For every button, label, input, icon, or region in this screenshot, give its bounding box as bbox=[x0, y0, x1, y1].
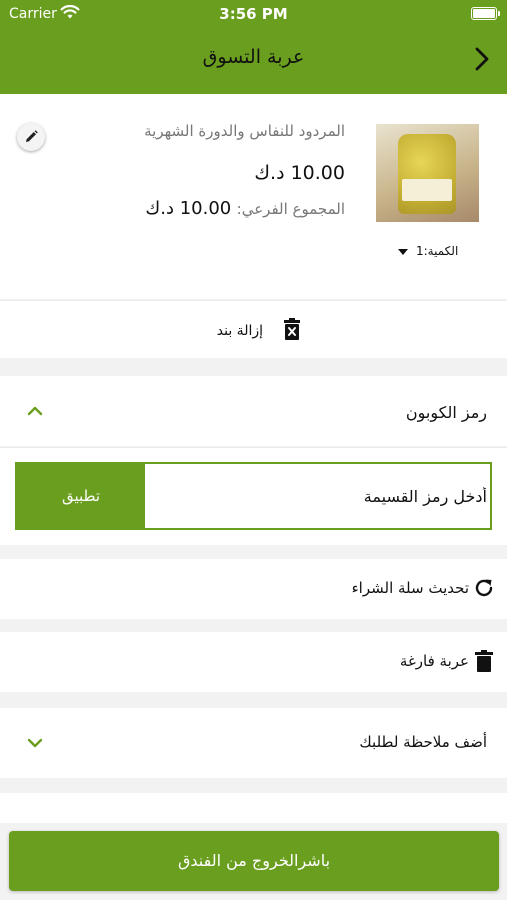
trash-icon bbox=[475, 650, 493, 672]
chevron-up-icon bbox=[27, 406, 43, 416]
update-cart-button[interactable]: تحديث سلة الشراء bbox=[0, 559, 507, 619]
quantity-label: الكمية:1 bbox=[416, 244, 459, 258]
empty-cart-button[interactable]: عربة فارغة bbox=[0, 632, 507, 692]
product-subtotal: المجموع الفرعي: 10.00 د.ك bbox=[145, 198, 345, 219]
quantity-dropdown[interactable]: الكمية:1 bbox=[398, 244, 458, 258]
trash-x-icon bbox=[284, 318, 300, 340]
coupon-input[interactable] bbox=[147, 464, 490, 528]
coupon-section-header[interactable]: رمز الكوبون bbox=[0, 376, 507, 446]
jar-label-shape bbox=[402, 179, 452, 201]
battery-icon bbox=[471, 7, 500, 20]
remove-item-label: إزالة بند bbox=[216, 323, 263, 339]
pencil-icon bbox=[26, 130, 38, 142]
subtotal-label: المجموع الفرعي: bbox=[236, 200, 345, 218]
status-bar: Carrier 3:56 PM bbox=[0, 0, 507, 28]
jar-shape bbox=[398, 134, 456, 214]
update-cart-label: تحديث سلة الشراء bbox=[351, 579, 469, 597]
refresh-icon bbox=[475, 579, 493, 597]
coupon-title: رمز الكوبون bbox=[405, 403, 487, 422]
status-time: 3:56 PM bbox=[219, 5, 288, 23]
product-price: 10.00 د.ك bbox=[254, 162, 345, 184]
top-bar: Carrier 3:56 PM عربة التسوق bbox=[0, 0, 507, 94]
empty-cart-label: عربة فارغة bbox=[399, 652, 469, 670]
bottom-spacer bbox=[0, 793, 507, 823]
chevron-down-icon bbox=[27, 738, 43, 748]
coupon-section-body: تطبيق bbox=[0, 447, 507, 545]
order-note-section[interactable]: أضف ملاحظة لطلبك bbox=[0, 708, 507, 778]
apply-coupon-button[interactable]: تطبيق bbox=[17, 464, 145, 528]
caret-down-icon bbox=[398, 248, 408, 255]
product-image[interactable] bbox=[376, 124, 479, 222]
product-name[interactable]: المردود للنفاس والدورة الشهرية bbox=[144, 122, 345, 140]
checkout-button[interactable]: باشرالخروج من الفندق bbox=[9, 831, 499, 891]
coupon-form: تطبيق bbox=[15, 462, 492, 530]
page-title: عربة التسوق bbox=[202, 46, 305, 68]
order-note-label: أضف ملاحظة لطلبك bbox=[359, 733, 487, 751]
cart-item: المردود للنفاس والدورة الشهرية 10.00 د.ك… bbox=[0, 94, 507, 299]
edit-button[interactable] bbox=[17, 123, 45, 151]
subtotal-value: 10.00 د.ك bbox=[145, 198, 232, 219]
remove-item-button[interactable]: إزالة بند bbox=[0, 300, 507, 358]
chevron-right-icon[interactable] bbox=[469, 45, 495, 73]
